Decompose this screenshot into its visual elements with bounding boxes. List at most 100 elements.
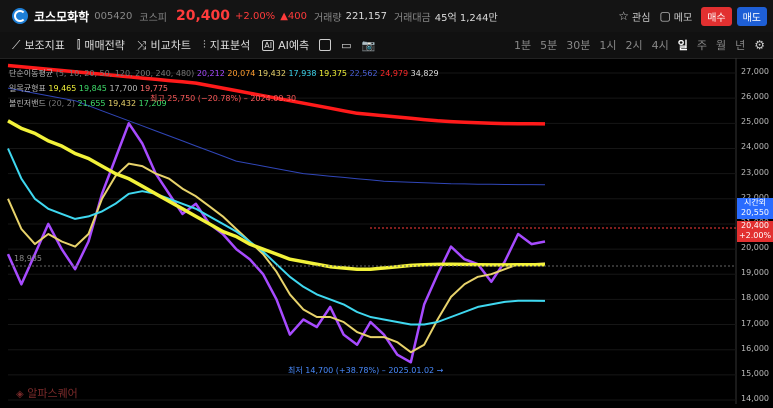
volume-value: 221,157: [345, 10, 387, 22]
period-month[interactable]: 월: [716, 37, 726, 53]
y-tick-label: 16,000: [741, 343, 769, 353]
current-price-tag: 20,400 +2.00%: [737, 221, 773, 242]
current-price-tag-pct: +2.00%: [738, 231, 772, 240]
drawing-icon[interactable]: ▭: [341, 39, 351, 52]
y-tick-label: 27,000: [741, 67, 769, 77]
candle-icon: ⫿: [76, 38, 81, 51]
legend-ma-params: (5, 10, 20, 50, 120, 200, 240, 480): [55, 69, 195, 78]
legend-ichimoku-4: 19,775: [140, 84, 168, 93]
stock-name[interactable]: 코스모화학: [34, 8, 89, 25]
y-tick-label: 24,000: [741, 142, 769, 152]
legend-bollinger-mid: 19,432: [108, 99, 137, 108]
legend-ma20: 19,432: [257, 69, 286, 78]
legend-ma240: 24,979: [380, 69, 409, 78]
period-year[interactable]: 년: [735, 37, 745, 53]
current-price-tag-value: 20,400: [741, 221, 769, 230]
indicators-label: 보조지표: [24, 39, 65, 52]
change-percent: +2.00%: [235, 10, 276, 22]
left-price-label: 18,935: [14, 254, 42, 263]
analysis-button[interactable]: ⫶ 지표분석: [203, 37, 250, 53]
y-tick-label: 15,000: [741, 368, 769, 378]
settings-icon[interactable]: ⚙: [754, 38, 765, 52]
legend-ma10: 20,074: [227, 69, 256, 78]
legend-ichimoku: 일목균형표 19,465 19,845 17,700 19,775: [9, 83, 168, 94]
legend-ma50: 17,938: [288, 69, 317, 78]
ai-button[interactable]: AI AI예측: [262, 37, 309, 53]
memo-label: 메모: [673, 12, 693, 24]
legend-ichimoku-1: 19,465: [48, 84, 77, 93]
stock-header: 코스모화학 005420 코스피 20,400 +2.00% ▲400 거래량 …: [0, 0, 773, 32]
legend-ma120: 19,375: [319, 69, 348, 78]
ma120-line: [7, 119, 545, 271]
period-2h[interactable]: 2시: [625, 37, 642, 53]
legend-bollinger-label: 볼린저밴드: [9, 99, 46, 108]
layout-icon[interactable]: [319, 39, 332, 51]
amount-value: 45억 1,244만: [434, 12, 498, 24]
chart-canvas[interactable]: [0, 58, 773, 404]
period-30m[interactable]: 30분: [566, 37, 590, 53]
sell-button[interactable]: 매도: [736, 6, 767, 26]
period-1m[interactable]: 1분: [514, 37, 531, 53]
ai-label: AI예측: [278, 39, 310, 52]
compare-label: 비교차트: [150, 39, 191, 52]
strategy-label: 매매전략: [84, 39, 125, 52]
y-tick-label: 14,000: [741, 394, 769, 403]
company-logo: [12, 8, 28, 24]
legend-ichimoku-label: 일목균형표: [9, 84, 46, 93]
period-week[interactable]: 주: [697, 37, 707, 53]
buy-button[interactable]: 매수: [701, 6, 732, 26]
grid-lines: [8, 72, 736, 401]
legend-ma480: 34,829: [410, 69, 439, 78]
period-5m[interactable]: 5분: [540, 37, 557, 53]
change-amount: ▲400: [280, 10, 307, 22]
after-hours-price: 20,550: [741, 208, 769, 217]
ai-icon: AI: [262, 39, 275, 51]
indicators-button[interactable]: ⟋ 보조지표: [12, 37, 65, 53]
legend-ma-label: 단순이동평균: [9, 69, 54, 78]
watch-button[interactable]: ☆ 관심: [618, 9, 650, 24]
trend-icon: ⟋: [12, 37, 21, 52]
y-tick-label: 20,000: [741, 243, 769, 253]
current-price: 20,400: [176, 8, 231, 24]
y-tick-label: 25,000: [741, 117, 769, 127]
legend-ma200: 22,562: [349, 69, 378, 78]
watch-label: 관심: [632, 12, 651, 24]
period-selector: 1분 5분 30분 1시 2시 4시 일 주 월 년 ⚙: [514, 32, 773, 58]
watermark-icon: ◈: [16, 389, 24, 400]
legend-bollinger: 볼린저밴드 (20, 2) 21,655 19,432 17,209: [9, 98, 167, 109]
stock-code: 005420: [94, 10, 133, 22]
y-tick-label: 26,000: [741, 92, 769, 102]
legend-ichimoku-2: 19,845: [78, 84, 107, 93]
star-icon: ☆: [618, 9, 630, 23]
period-4h[interactable]: 4시: [652, 37, 669, 53]
period-1h[interactable]: 1시: [599, 37, 616, 53]
after-hours-label: 시간외: [743, 198, 767, 207]
camera-icon[interactable]: 📷: [362, 39, 376, 52]
watermark-text: 알파스퀘어: [27, 387, 78, 400]
compare-button[interactable]: ⤨ 비교차트: [137, 37, 191, 53]
shuffle-icon: ⤨: [136, 37, 147, 52]
price-chart[interactable]: 단순이동평균 (5, 10, 20, 50, 120, 200, 240, 48…: [0, 58, 773, 404]
high-annotation: 최고 25,750 (−20.78%) – 2024.09.30: [150, 94, 297, 103]
low-annotation: 최저 14,700 (+38.78%) – 2025.01.02 →: [288, 366, 444, 375]
market-label: 코스피: [139, 12, 167, 24]
strategy-button[interactable]: ⫿ 매매전략: [77, 37, 125, 53]
watermark: ◈ 알파스퀘어: [16, 385, 78, 401]
y-tick-label: 18,000: [741, 293, 769, 303]
legend-ma: 단순이동평균 (5, 10, 20, 50, 120, 200, 240, 48…: [9, 68, 439, 79]
memo-icon: ▢: [659, 9, 671, 23]
legend-ichimoku-3: 17,700: [109, 84, 138, 93]
after-hours-tag: 시간외 20,550: [737, 198, 773, 219]
chart-toolbar: ⟋ 보조지표 ⫿ 매매전략 ⤨ 비교차트 ⫶ 지표분석 AI AI예측 ▭ 📷 …: [0, 32, 773, 59]
y-tick-label: 17,000: [741, 318, 769, 328]
memo-button[interactable]: ▢ 메모: [659, 9, 692, 24]
analysis-label: 지표분석: [209, 39, 251, 52]
y-tick-label: 23,000: [741, 167, 769, 177]
volume-label: 거래량: [313, 12, 342, 24]
analysis-icon: ⫶: [203, 38, 206, 51]
series-lines: [6, 63, 546, 364]
legend-ma5: 20,212: [196, 69, 225, 78]
period-day[interactable]: 일: [678, 37, 688, 53]
amount-label: 거래대금: [393, 12, 431, 24]
y-tick-label: 19,000: [741, 268, 769, 278]
